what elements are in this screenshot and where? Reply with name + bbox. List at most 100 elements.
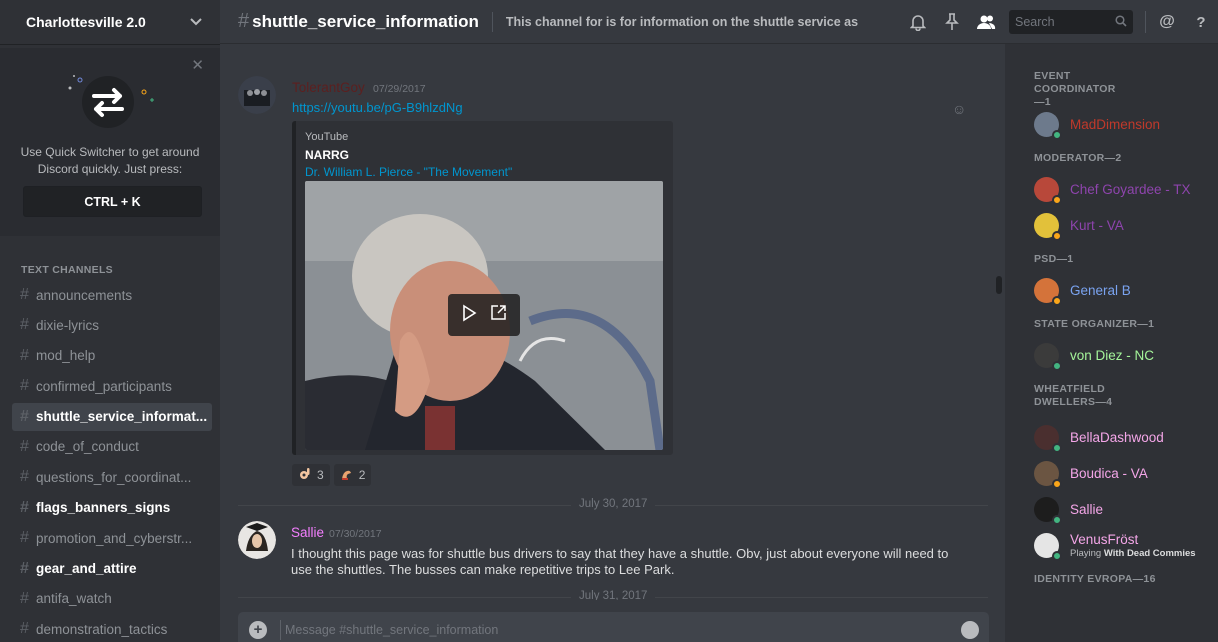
hash-icon: #	[20, 589, 29, 607]
category-text-channels[interactable]: TEXT CHANNELS	[21, 264, 113, 276]
scrollbar-thumb[interactable]	[996, 276, 1002, 294]
avatar[interactable]	[238, 76, 276, 114]
pin-icon[interactable]	[935, 7, 969, 37]
message-composer: +	[238, 612, 989, 642]
avatar[interactable]	[238, 521, 276, 559]
quick-switcher-text: Use Quick Switcher to get around Discord…	[20, 145, 200, 176]
video-thumbnail[interactable]	[305, 181, 663, 450]
channel-topic[interactable]: This channel for is for information on t…	[506, 15, 858, 29]
message-input[interactable]	[285, 623, 935, 637]
reaction-flexed-arm[interactable]: 2	[333, 464, 372, 486]
status-indicator	[1052, 194, 1062, 205]
help-icon[interactable]: ?	[1184, 7, 1218, 37]
role-header: IDENTITY EVROPA—16	[1034, 573, 1156, 585]
hash-icon: #	[20, 377, 29, 395]
role-header: MODERATOR—2	[1034, 152, 1122, 164]
member-name: Kurt - VA	[1070, 217, 1124, 233]
server-header[interactable]: Charlottesville 2.0	[0, 0, 220, 44]
hash-icon: #	[238, 10, 250, 32]
member-name: General B	[1070, 282, 1131, 298]
members-icon[interactable]	[969, 7, 1003, 37]
embed-provider: YouTube	[305, 131, 349, 143]
member-name: Chef Goyardee - TX	[1070, 181, 1191, 197]
bell-icon[interactable]	[901, 7, 935, 37]
channel-item[interactable]: # flags_banners_signs	[12, 494, 212, 522]
add-reaction-icon[interactable]: ☺	[952, 101, 966, 117]
channel-name: mod_help	[36, 348, 96, 364]
activity-prefix: Playing	[1070, 547, 1104, 559]
video-controls	[448, 294, 520, 336]
upload-plus-icon[interactable]: +	[249, 621, 267, 639]
embed-author[interactable]: NARRG	[305, 148, 349, 162]
avatar	[1034, 277, 1062, 306]
role-header: STATE ORGANIZER—1	[1034, 318, 1155, 330]
emoji-picker-icon[interactable]	[961, 621, 979, 639]
hash-icon: #	[20, 316, 29, 334]
channel-item[interactable]: # gear_and_attire	[12, 555, 212, 583]
channel-name: promotion_and_cyberstr...	[36, 530, 193, 546]
member-item[interactable]: VenusFröst Playing With Dead Commies	[1034, 528, 1196, 562]
channel-item[interactable]: # mod_help	[12, 342, 212, 370]
message-timestamp: 07/29/2017	[373, 83, 426, 95]
search-icon	[1115, 14, 1127, 30]
divider	[1145, 11, 1146, 33]
hash-icon: #	[20, 529, 29, 547]
channel-item[interactable]: # announcements	[12, 281, 212, 309]
member-item[interactable]: Kurt - VA	[1034, 208, 1124, 242]
member-item[interactable]: Chef Goyardee - TX	[1034, 172, 1191, 206]
channel-name: confirmed_participants	[36, 378, 172, 394]
channel-name: dixie-lyrics	[36, 317, 100, 333]
chevron-down-icon[interactable]	[190, 15, 202, 29]
channel-list: # announcements # dixie-lyrics # mod_help # con…	[12, 281, 212, 642]
date-divider-label: July 30, 2017	[571, 498, 656, 510]
message-author[interactable]: Sallie	[291, 525, 324, 540]
member-item[interactable]: Boudica - VA	[1034, 456, 1148, 490]
mention-icon[interactable]: @	[1150, 7, 1184, 37]
channel-item[interactable]: # promotion_and_cyberstr...	[12, 524, 212, 552]
external-link-icon[interactable]	[490, 304, 507, 326]
header-toolbar: Search @ ?	[901, 0, 1218, 44]
channel-name: gear_and_attire	[36, 561, 137, 577]
member-item[interactable]: von Diez - NC	[1034, 338, 1154, 372]
embed-title[interactable]: Dr. William L. Pierce - "The Movement"	[305, 165, 512, 179]
message-author[interactable]: TolerantGoy	[292, 80, 365, 95]
hash-icon: #	[20, 468, 29, 486]
role-header: WHEATFIELD DWELLERS—4	[1034, 383, 1113, 408]
channel-item[interactable]: # demonstration_tactics	[12, 615, 212, 642]
channel-item[interactable]: # code_of_conduct	[12, 433, 212, 461]
channel-item[interactable]: # shuttle_service_informat...	[12, 402, 212, 431]
member-item[interactable]: BellaDashwood	[1034, 420, 1164, 454]
youtube-embed: YouTube NARRG Dr. William L. Pierce - "T…	[292, 121, 673, 455]
member-item[interactable]: Sallie	[1034, 492, 1103, 526]
member-name: VenusFröst	[1070, 531, 1139, 547]
avatar	[1034, 342, 1062, 371]
channel-item[interactable]: # antifa_watch	[12, 585, 212, 613]
message-text: I thought this page was for shuttle bus …	[291, 546, 949, 577]
avatar	[1034, 532, 1062, 561]
reaction-ok-hand[interactable]: 3	[292, 464, 330, 486]
date-divider-label: July 31, 2017	[571, 590, 656, 600]
search-input[interactable]: Search	[1009, 10, 1133, 34]
channel-name: demonstration_tactics	[36, 621, 168, 637]
channel-item[interactable]: # questions_for_coordinat...	[12, 463, 212, 491]
member-item[interactable]: General B	[1034, 273, 1131, 307]
status-indicator	[1052, 360, 1062, 371]
member-activity: Playing With Dead Commies	[1070, 548, 1196, 559]
server-name: Charlottesville 2.0	[26, 14, 146, 30]
close-icon[interactable]: ✕	[191, 56, 204, 74]
channel-item[interactable]: # confirmed_participants	[12, 372, 212, 400]
reaction-bar: 3 2	[292, 464, 372, 486]
channel-item[interactable]: # dixie-lyrics	[12, 311, 212, 339]
reaction-count: 2	[358, 468, 366, 482]
member-list: EVENT COORDINATOR—1 MadDimension MODERATOR…	[1005, 44, 1218, 642]
member-name: MadDimension	[1070, 116, 1161, 132]
play-icon[interactable]	[461, 304, 477, 327]
message-link[interactable]: https://youtu.be/pG-B9hlzdNg	[292, 100, 463, 115]
member-name: von Diez - NC	[1070, 347, 1155, 363]
message-list: TolerantGoy 07/29/2017 https://youtu.be/…	[220, 44, 1005, 600]
hash-icon: #	[20, 286, 29, 303]
channel-name: announcements	[36, 287, 133, 303]
avatar	[1034, 212, 1062, 241]
status-indicator	[1052, 129, 1062, 140]
member-item[interactable]: MadDimension	[1034, 107, 1160, 141]
